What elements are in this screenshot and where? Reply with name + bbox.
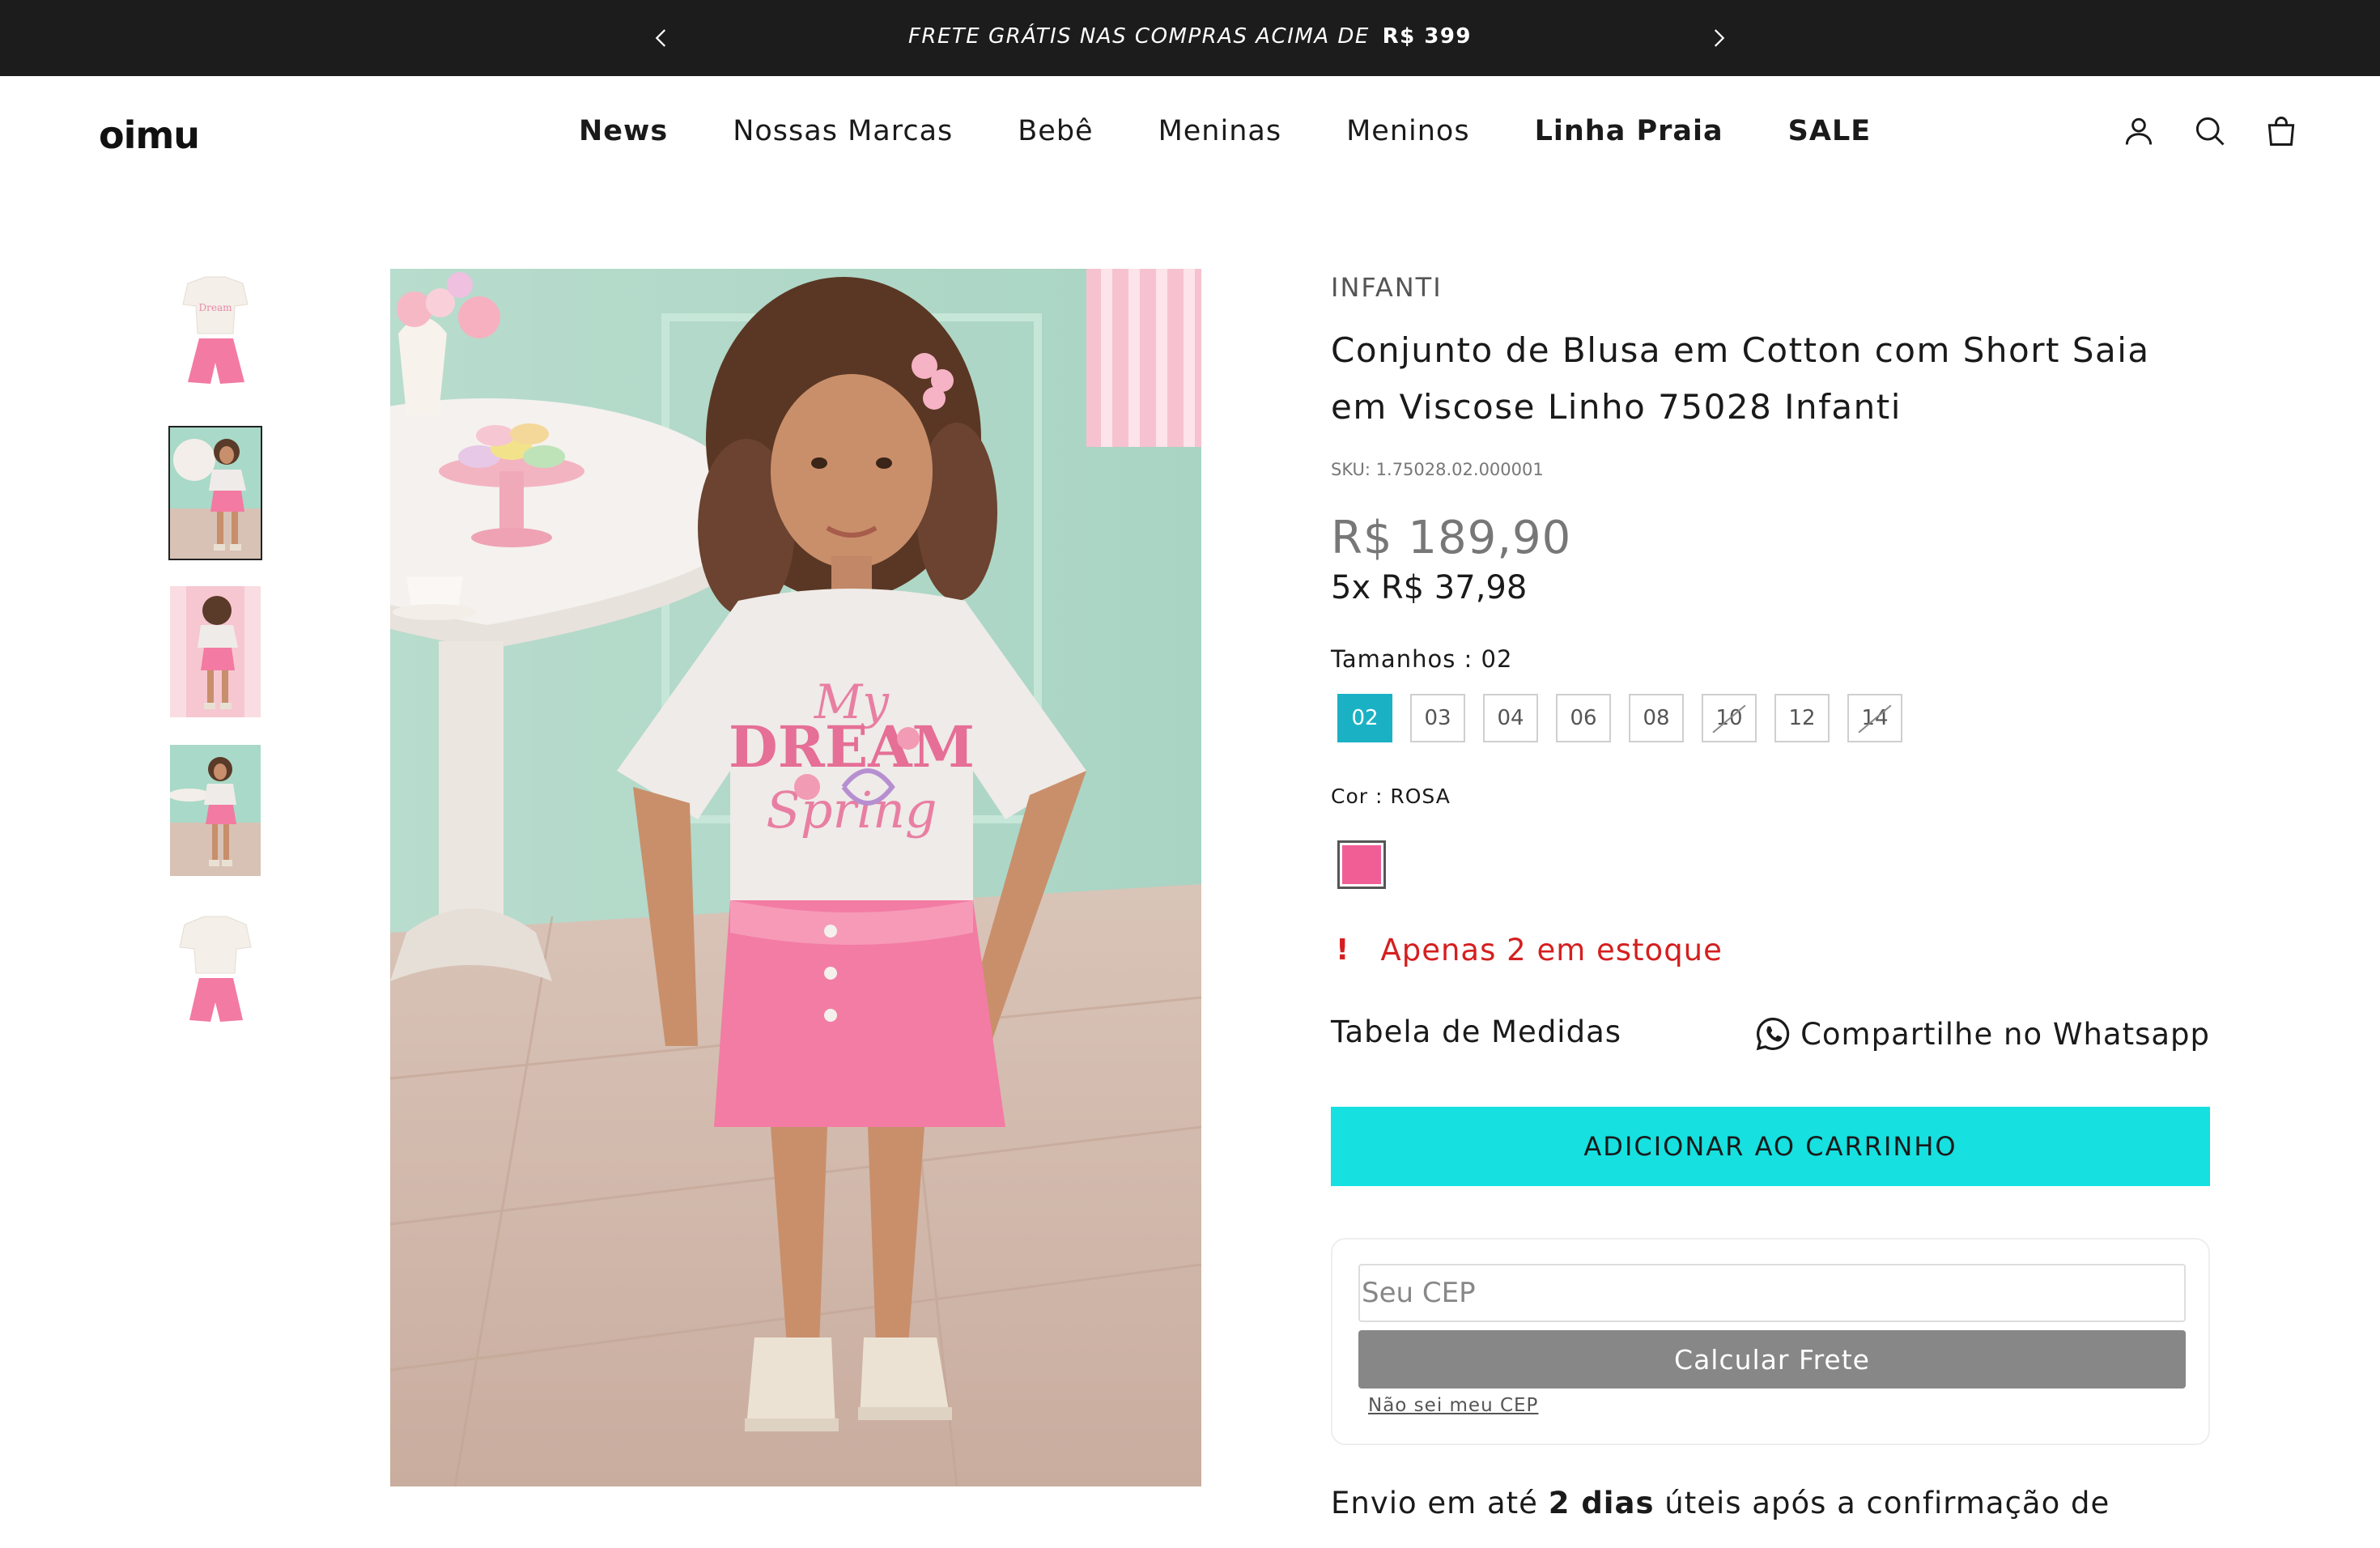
size-option-10[interactable]: 10 bbox=[1702, 694, 1757, 742]
product-title: Conjunto de Blusa em Cotton com Short Sa… bbox=[1331, 330, 2150, 427]
nav-item-linha-praia[interactable]: Linha Praia bbox=[1535, 115, 1723, 147]
account-icon[interactable] bbox=[2121, 113, 2157, 149]
search-icon[interactable] bbox=[2192, 113, 2228, 149]
product-info: INFANTI Conjunto de Blusa em Cotton com … bbox=[1331, 272, 2210, 1520]
calculate-freight-button[interactable]: Calcular Frete bbox=[1358, 1330, 2186, 1389]
delivery-prefix: Envio em até bbox=[1331, 1486, 1538, 1520]
product-sku: SKU: 1.75028.02.000001 bbox=[1331, 460, 1544, 479]
size-option-06[interactable]: 06 bbox=[1556, 694, 1611, 742]
color-label-row: Cor : ROSA bbox=[1331, 785, 2210, 808]
whatsapp-share-label: Compartilhe no Whatsapp bbox=[1800, 1016, 2210, 1052]
size-selected-value: 02 bbox=[1481, 645, 1513, 673]
size-chart-link[interactable]: Tabela de Medidas bbox=[1331, 1014, 1621, 1053]
svg-text:Spring: Spring bbox=[766, 780, 937, 840]
warning-icon: ! bbox=[1336, 933, 1350, 967]
nav-item-bebe[interactable]: Bebê bbox=[1018, 115, 1093, 147]
size-label: Tamanhos : bbox=[1331, 645, 1481, 673]
size-option-14[interactable]: 14 bbox=[1847, 694, 1902, 742]
product-brand[interactable]: INFANTI bbox=[1331, 272, 2210, 303]
announcement-highlight: R$ 399 bbox=[1382, 24, 1473, 49]
color-selected-value: ROSA bbox=[1390, 785, 1451, 808]
nav-item-nossas-marcas[interactable]: Nossas Marcas bbox=[733, 115, 953, 147]
size-option-04[interactable]: 04 bbox=[1483, 694, 1538, 742]
header-icons bbox=[2121, 113, 2335, 149]
nav-item-news[interactable]: News bbox=[579, 115, 668, 147]
announcement-bar: FRETE GRÁTIS NAS COMPRAS ACIMA DE R$ 399 bbox=[0, 0, 2380, 76]
nav-item-sale[interactable]: SALE bbox=[1788, 115, 1872, 147]
main-nav: News Nossas Marcas Bebê Meninas Meninos … bbox=[579, 115, 1936, 147]
product-price: R$ 189,90 bbox=[1331, 512, 1572, 564]
svg-text:DREAM: DREAM bbox=[729, 713, 975, 780]
whatsapp-share-link[interactable]: Compartilhe no Whatsapp bbox=[1753, 1014, 2210, 1053]
size-option-12[interactable]: 12 bbox=[1774, 694, 1830, 742]
size-options: 02 03 04 06 08 10 12 14 bbox=[1331, 694, 2210, 742]
announcement-next-arrow-icon[interactable] bbox=[1705, 24, 1732, 52]
freight-calculator: Calcular Frete Não sei meu CEP bbox=[1331, 1238, 2210, 1445]
delivery-info: Envio em até 2 dias úteis após a confirm… bbox=[1331, 1486, 2210, 1520]
size-label-row: Tamanhos : 02 bbox=[1331, 645, 2210, 673]
cep-input[interactable] bbox=[1358, 1264, 2186, 1322]
product-thumbnail-flatlay-front[interactable]: Dream bbox=[170, 269, 261, 400]
unknown-cep-link[interactable]: Não sei meu CEP bbox=[1368, 1395, 1538, 1416]
product-thumbnail-flatlay-back[interactable] bbox=[170, 904, 261, 1035]
site-logo[interactable]: oimu bbox=[99, 113, 200, 157]
stock-text: Apenas 2 em estoque bbox=[1380, 933, 1723, 968]
announcement-message: FRETE GRÁTIS NAS COMPRAS ACIMA DE R$ 399 bbox=[0, 24, 2380, 49]
color-label: Cor : bbox=[1331, 785, 1391, 808]
product-main-image[interactable]: My DREAM Spring bbox=[390, 269, 1201, 1486]
color-swatch-rosa[interactable] bbox=[1337, 840, 1386, 889]
size-option-08[interactable]: 08 bbox=[1629, 694, 1684, 742]
announcement-text: FRETE GRÁTIS NAS COMPRAS ACIMA DE bbox=[907, 24, 1370, 49]
cart-icon[interactable] bbox=[2263, 113, 2299, 149]
product-installments: 5x R$ 37,98 bbox=[1331, 569, 1528, 606]
add-to-cart-button[interactable]: ADICIONAR AO CARRINHO bbox=[1331, 1107, 2210, 1186]
whatsapp-icon bbox=[1756, 1017, 1790, 1051]
size-option-03[interactable]: 03 bbox=[1410, 694, 1465, 742]
nav-item-meninos[interactable]: Meninos bbox=[1346, 115, 1469, 147]
product-thumbnail-model-back[interactable] bbox=[170, 586, 261, 717]
product-links-row: Tabela de Medidas Compartilhe no Whatsap… bbox=[1331, 1014, 2210, 1053]
product-thumbnails: Dream bbox=[168, 269, 262, 1062]
stock-warning: ! Apenas 2 em estoque bbox=[1331, 933, 2210, 968]
delivery-suffix: úteis após a confirmação de bbox=[1664, 1486, 2110, 1520]
product-thumbnail-model-front[interactable] bbox=[168, 426, 262, 560]
product-thumbnail-model-full[interactable] bbox=[170, 745, 261, 876]
color-swatch-fill bbox=[1342, 845, 1381, 884]
delivery-days: 2 dias bbox=[1548, 1486, 1655, 1520]
site-header: oimu News Nossas Marcas Bebê Meninas Men… bbox=[0, 76, 2380, 189]
size-option-02[interactable]: 02 bbox=[1337, 694, 1392, 742]
nav-item-meninas[interactable]: Meninas bbox=[1158, 115, 1282, 147]
svg-text:Dream: Dream bbox=[199, 302, 233, 313]
